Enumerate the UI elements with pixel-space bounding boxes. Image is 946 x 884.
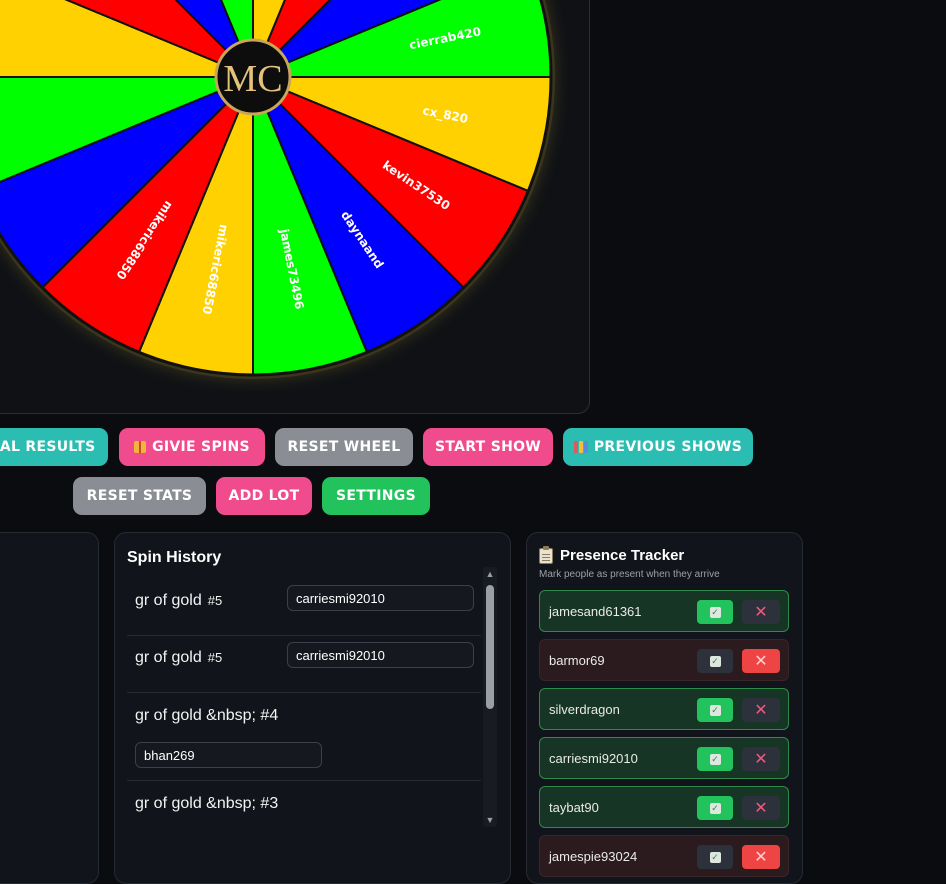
history-row: gr of gold #5 carriesmi92010: [127, 636, 481, 693]
presence-name: taybat90: [549, 800, 599, 815]
final-results-label: FINAL RESULTS: [0, 439, 96, 455]
history-row: gr of gold &nbsp; #4 bhan269: [127, 693, 481, 781]
presence-tracker-title: Presence Tracker: [560, 547, 685, 564]
gift-icon: [134, 441, 147, 453]
checkbox-icon: ✓: [709, 655, 721, 667]
checkbox-icon: ✓: [709, 753, 721, 765]
history-prize: gr of gold #5: [135, 592, 222, 610]
history-lot-number: #5: [207, 593, 223, 608]
presence-row: jamesand61361 ✓ ✕: [539, 590, 789, 632]
presence-row: silverdragon ✓ ✕: [539, 688, 789, 730]
settings-button[interactable]: SETTINGS: [322, 477, 430, 515]
mark-present-button[interactable]: ✓: [697, 747, 733, 771]
mark-absent-button[interactable]: ✕: [742, 747, 780, 771]
give-spins-label: GIVIE SPINS: [152, 439, 250, 455]
history-prize-text: gr of gold: [135, 649, 202, 666]
presence-row: taybat90 ✓ ✕: [539, 786, 789, 828]
history-scrollbar[interactable]: ▲ ▼: [483, 567, 497, 827]
presence-name: carriesmi92010: [549, 751, 638, 766]
previous-shows-label: PREVIOUS SHOWS: [593, 439, 743, 455]
spin-history-panel: Spin History gr of gold #5 carriesmi92010…: [114, 532, 511, 884]
mark-present-button[interactable]: ✓: [697, 796, 733, 820]
history-prize-text: gr of gold: [135, 592, 202, 609]
presence-row: jamespie93024 ✓ ✕: [539, 835, 789, 877]
mark-present-button[interactable]: ✓: [697, 649, 733, 673]
mark-absent-button[interactable]: ✕: [742, 600, 780, 624]
clipboard-icon: [539, 545, 553, 564]
history-row: gr of gold &nbsp; #3 sydiemartin17001: [127, 781, 481, 827]
left-panel: [0, 532, 99, 884]
history-prize-text: gr of gold &nbsp; #3: [135, 795, 279, 812]
presence-name: barmor69: [549, 653, 605, 668]
mark-present-button[interactable]: ✓: [697, 600, 733, 624]
settings-label: SETTINGS: [336, 488, 416, 504]
start-show-button[interactable]: START SHOW: [423, 428, 553, 466]
history-row: gr of gold #5 carriesmi92010: [127, 579, 481, 636]
start-show-label: START SHOW: [434, 439, 542, 455]
presence-tracker-subtitle: Mark people as present when they arrive: [539, 569, 720, 580]
history-prize-text: gr of gold &nbsp; #4: [135, 707, 279, 724]
wheel-center-logo: MC: [223, 58, 282, 100]
history-lot-number: #5: [207, 650, 223, 665]
prize-wheel[interactable]: taybat90jamespie93024teestar11cierrab420…: [0, 0, 581, 414]
presence-tracker-header: Presence Tracker: [539, 545, 685, 564]
mark-absent-button[interactable]: ✕: [742, 698, 780, 722]
reset-stats-label: RESET STATS: [86, 488, 193, 504]
add-lot-label: ADD LOT: [228, 488, 300, 504]
checkbox-icon: ✓: [709, 851, 721, 863]
mark-present-button[interactable]: ✓: [697, 845, 733, 869]
scroll-down-arrow-icon[interactable]: ▼: [485, 815, 495, 825]
spin-history-list[interactable]: gr of gold #5 carriesmi92010 gr of gold #5…: [127, 579, 481, 827]
give-spins-button[interactable]: GIVIE SPINS: [119, 428, 265, 466]
history-winner-field[interactable]: bhan269: [135, 742, 322, 768]
presence-tracker-panel: Presence Tracker Mark people as present …: [526, 532, 803, 884]
add-lot-button[interactable]: ADD LOT: [216, 477, 312, 515]
checkbox-icon: ✓: [709, 802, 721, 814]
checkbox-icon: ✓: [709, 606, 721, 618]
previous-shows-button[interactable]: PREVIOUS SHOWS: [563, 428, 753, 466]
scroll-up-arrow-icon[interactable]: ▲: [485, 569, 495, 579]
reset-wheel-label: RESET WHEEL: [287, 439, 401, 455]
mark-absent-button[interactable]: ✕: [742, 796, 780, 820]
mark-present-button[interactable]: ✓: [697, 698, 733, 722]
mark-absent-button[interactable]: ✕: [742, 845, 780, 869]
presence-row: carriesmi92010 ✓ ✕: [539, 737, 789, 779]
history-winner-field[interactable]: carriesmi92010: [287, 585, 474, 611]
final-results-button[interactable]: FINAL RESULTS: [0, 428, 108, 466]
history-prize: gr of gold #5: [135, 649, 222, 667]
presence-name: jamespie93024: [549, 849, 638, 864]
checkbox-icon: ✓: [709, 704, 721, 716]
books-icon: [573, 441, 588, 453]
presence-row: barmor69 ✓ ✕: [539, 639, 789, 681]
reset-stats-button[interactable]: RESET STATS: [73, 477, 206, 515]
spin-history-title: Spin History: [127, 549, 222, 566]
presence-name: silverdragon: [549, 702, 620, 717]
presence-name: jamesand61361: [549, 604, 642, 619]
history-winner-field[interactable]: carriesmi92010: [287, 642, 474, 668]
mark-absent-button[interactable]: ✕: [742, 649, 780, 673]
reset-wheel-button[interactable]: RESET WHEEL: [275, 428, 413, 466]
scroll-thumb[interactable]: [486, 585, 494, 709]
wheel-card: taybat90jamespie93024teestar11cierrab420…: [0, 0, 590, 414]
